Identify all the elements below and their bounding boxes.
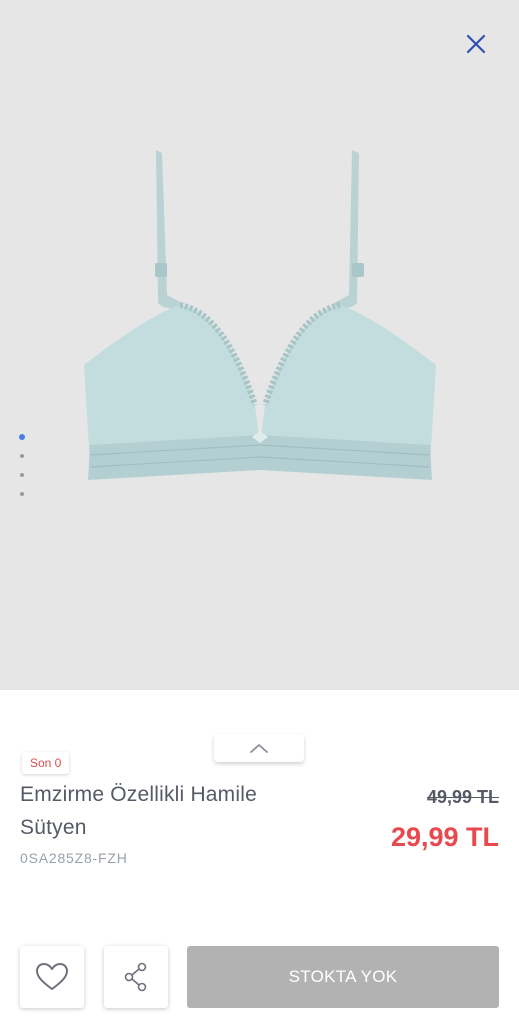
close-button[interactable] (460, 28, 492, 60)
stock-badge: Son 0 (22, 752, 70, 774)
old-price: 49,99 TL (426, 787, 499, 807)
gallery-pagination (17, 434, 27, 511)
chevron-up-icon (250, 744, 268, 753)
gallery-dot[interactable] (20, 454, 24, 458)
sale-price: 29,99 TL (390, 822, 499, 852)
product-title: Emzirme Özellikli Hamile Sütyen (20, 778, 350, 844)
close-icon (466, 34, 486, 54)
product-image (84, 150, 436, 480)
expand-details-handle[interactable] (214, 734, 304, 762)
gallery-dot-active[interactable] (19, 434, 25, 440)
product-sku: 0SA285Z8-FZH (20, 850, 128, 866)
gallery-dot[interactable] (20, 492, 24, 496)
favorite-button[interactable] (20, 946, 84, 1008)
share-icon (124, 962, 147, 992)
product-image-gallery[interactable] (0, 0, 519, 690)
share-button[interactable] (104, 946, 168, 1008)
heart-icon (36, 963, 68, 990)
gallery-dot[interactable] (20, 473, 24, 477)
product-title-line: Emzirme Özellikli Hamile (20, 783, 257, 806)
product-title-line: Sütyen (20, 816, 87, 839)
out-of-stock-button[interactable]: STOKTA YOK (187, 946, 499, 1008)
